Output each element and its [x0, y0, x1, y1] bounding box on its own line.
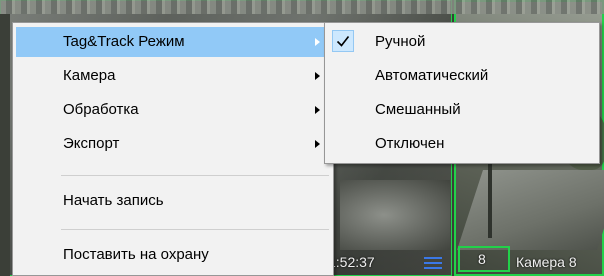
camera-image-area	[340, 180, 450, 250]
tile-title-strip	[0, 0, 604, 14]
menu-item-label: Поставить на охрану	[63, 246, 209, 263]
menu-item-label: Экспорт	[63, 135, 120, 152]
submenu-item-disabled[interactable]: Отключен	[328, 129, 596, 159]
submenu-arrow-icon	[315, 140, 320, 148]
submenu-item-label: Автоматический	[375, 67, 489, 84]
menu-separator	[61, 175, 329, 176]
menu-item-processing[interactable]: Обработка	[16, 95, 330, 125]
submenu-item-label: Ручной	[375, 33, 426, 50]
menu-item-export[interactable]: Экспорт	[16, 129, 330, 159]
hamburger-icon[interactable]	[424, 257, 442, 270]
camera-number-badge: 8	[458, 246, 510, 272]
menu-item-tagtrack-mode[interactable]: Tag&Track Режим	[16, 27, 330, 57]
submenu-item-label: Отключен	[375, 135, 445, 152]
menu-separator	[61, 229, 329, 230]
tagtrack-submenu: Ручной Автоматический Смешанный Отключен	[324, 22, 600, 164]
left-edge	[0, 14, 10, 276]
camera-image-road	[457, 170, 604, 250]
menu-item-arm[interactable]: Поставить на охрану	[16, 240, 330, 270]
menu-item-camera[interactable]: Камера	[16, 61, 330, 91]
menu-item-start-recording[interactable]: Начать запись	[16, 186, 330, 216]
menu-item-label: Обработка	[63, 101, 139, 118]
submenu-arrow-icon	[315, 106, 320, 114]
menu-item-label: Tag&Track Режим	[63, 33, 185, 50]
submenu-item-automatic[interactable]: Автоматический	[328, 61, 596, 91]
submenu-arrow-icon	[315, 72, 320, 80]
checkmark-icon	[332, 30, 354, 52]
submenu-item-manual[interactable]: Ручной	[328, 27, 596, 57]
camera-name-label: Камера 8	[516, 254, 577, 270]
submenu-arrow-icon	[315, 38, 320, 46]
context-menu: Tag&Track Режим Камера Обработка Экспорт…	[12, 22, 334, 276]
menu-item-label: Камера	[63, 67, 116, 84]
submenu-item-label: Смешанный	[375, 101, 461, 118]
submenu-item-mixed[interactable]: Смешанный	[328, 95, 596, 125]
menu-item-label: Начать запись	[63, 192, 164, 209]
tile-timestamp: 1:52:37	[328, 254, 375, 270]
